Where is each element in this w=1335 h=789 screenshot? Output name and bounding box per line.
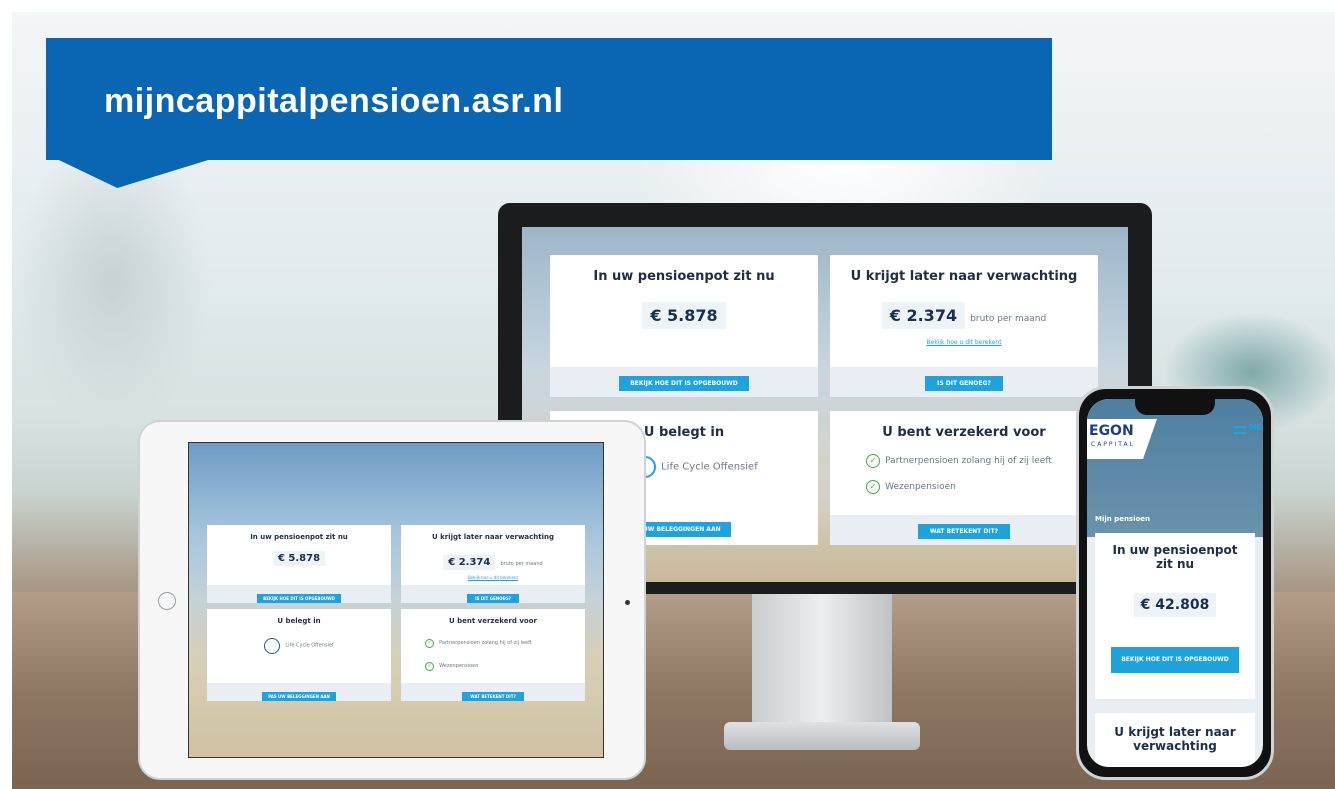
expect-card: U krijgt later naar verwachting [1095,713,1255,767]
expect-row: € 2.374 bruto per maand [401,550,585,570]
insured-card: U bent verzekerd voor ✓ Partnerpensioen … [830,411,1098,545]
what-does-it-mean-button[interactable]: WAT BETEKENT DIT? [462,692,524,701]
is-enough-button[interactable]: IS DIT GENOEG? [467,594,519,603]
insured-item: ✓ Partnerpensioen zolang hij of zij leef… [425,629,585,648]
insured-card: U bent verzekerd voor ✓ Partnerpensioen … [401,609,585,701]
expect-link[interactable]: Bekijk hoe u dit berekent [830,339,1098,346]
insured-item: ✓ Wezenpensioen [866,474,1098,494]
check-icon: ✓ [425,639,434,648]
insured-list: ✓ Partnerpensioen zolang hij of zij leef… [830,448,1098,494]
expect-title: U krijgt later naar verwachting [850,269,1078,284]
pot-title: In uw pensioenpot zit nu [1112,543,1238,571]
check-icon: ✓ [425,662,434,671]
adjust-investments-button[interactable]: PAS UW BELEGGINGEN AAN [262,692,336,701]
expect-title: U krijgt later naar verwachting [431,533,555,541]
brand-logo-sub: CAPPITAL [1091,441,1135,448]
insured-footer: WAT BETEKENT DIT? [401,683,585,701]
insured-list: ✓ Partnerpensioen zolang hij of zij leef… [401,629,585,671]
pot-footer: BEKIJK HOE DIT IS OPGEBOUWD [207,585,391,603]
phone-header: EGON CAPPITAL ME Mijn pensioen [1087,399,1263,537]
camera-dot [625,600,630,605]
expect-card: U krijgt later naar verwachting € 2.374 … [830,255,1098,397]
expect-link[interactable]: Bekijk hoe u dit berekent [401,575,585,580]
expect-unit: bruto per maand [500,561,543,567]
smartphone-device: EGON CAPPITAL ME Mijn pensioen In uw pen… [1076,386,1274,780]
what-does-it-mean-button[interactable]: WAT BETEKENT DIT? [917,524,1011,539]
expect-card: U krijgt later naar verwachting € 2.374 … [401,525,585,603]
pot-card: In uw pensioenpot zit nu € 5.878 BEKIJK … [207,525,391,603]
invest-card: U belegt in Life Cycle Offensief PAS UW … [207,609,391,701]
insured-title: U bent verzekerd voor [449,617,537,625]
insured-item-label: Partnerpensioen zolang hij of zij leeft [885,456,1052,466]
phone-notch [1135,399,1215,415]
pot-card: In uw pensioenpot zit nu € 42.808 BEKIJK… [1095,533,1255,699]
is-enough-button[interactable]: IS DIT GENOEG? [925,376,1003,391]
pot-title: In uw pensioenpot zit nu [593,269,775,284]
home-button[interactable] [158,592,176,610]
menu-label[interactable]: ME [1249,423,1262,432]
pot-amount: € 5.878 [272,551,326,566]
pot-title: In uw pensioenpot zit nu [250,533,348,541]
monitor-foot [724,722,920,750]
brand-logo: EGON [1089,423,1134,439]
pot-card: In uw pensioenpot zit nu € 5.878 BEKIJK … [550,255,818,397]
expect-footer: IS DIT GENOEG? [401,585,585,603]
invest-footer: PAS UW BELEGGINGEN AAN [207,683,391,701]
expect-amount: € 2.374 [881,302,966,329]
phone-screen: EGON CAPPITAL ME Mijn pensioen In uw pen… [1087,399,1263,767]
insured-title: U bent verzekerd voor [882,425,1046,440]
monitor-stand [752,594,892,724]
menu-icon[interactable] [1233,426,1247,434]
gauge-icon [264,637,281,654]
pot-amount: € 42.808 [1133,593,1217,617]
invest-fund: Life Cycle Offensief [661,461,758,473]
pot-footer: BEKIJK HOE DIT IS OPGEBOUWD [550,367,818,397]
insured-item-label: Wezenpensioen [885,482,956,492]
expect-amount: € 2.374 [443,555,496,570]
invest-title: U belegt in [277,617,321,625]
pot-detail-button[interactable]: BEKIJK HOE DIT IS OPGEBOUWD [619,376,749,391]
check-icon: ✓ [866,454,880,468]
insured-item-label: Partnerpensioen zolang hij of zij leeft [439,640,532,646]
insured-item: ✓ Wezenpensioen [425,652,585,671]
insured-item-label: Wezenpensioen [439,663,479,669]
section-label: Mijn pensioen [1095,515,1151,523]
expect-row: € 2.374 bruto per maand [830,302,1098,329]
pot-detail-button[interactable]: BEKIJK HOE DIT IS OPGEBOUWD [1111,647,1239,673]
expect-title: U krijgt later naar verwachting [1114,725,1236,753]
expect-footer: IS DIT GENOEG? [830,367,1098,397]
banner-tail [37,158,215,188]
expect-unit: bruto per maand [970,314,1047,324]
invest-fund: Life Cycle Offensief [285,642,334,649]
tablet-screen: In uw pensioenpot zit nu € 5.878 BEKIJK … [188,442,604,758]
invest-fund-row: Life Cycle Offensief [207,635,391,654]
insured-footer: WAT BETEKENT DIT? [830,515,1098,545]
insured-item: ✓ Partnerpensioen zolang hij of zij leef… [866,448,1098,468]
pot-detail-button[interactable]: BEKIJK HOE DIT IS OPGEBOUWD [257,594,341,603]
pot-amount: € 5.878 [642,302,726,329]
check-icon: ✓ [866,480,880,494]
tablet-device: In uw pensioenpot zit nu € 5.878 BEKIJK … [138,420,646,780]
banner-url-text: mijncappitalpensioen.asr.nl [104,82,564,120]
